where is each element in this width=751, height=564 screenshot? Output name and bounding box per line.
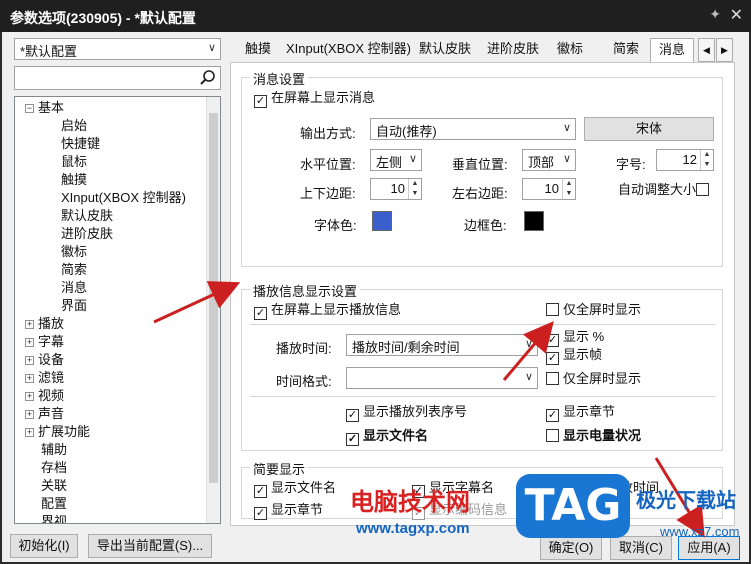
watermark-site-url: www.xz7.com	[660, 524, 740, 539]
red-arrow-icon	[153, 281, 241, 324]
watermark-url: www.tagxp.com	[356, 520, 470, 537]
watermark-site: 极光下载站	[636, 490, 736, 512]
watermark-text: 电脑技术网	[350, 488, 470, 516]
red-arrow-icon	[502, 321, 554, 381]
tag-logo: TAG	[516, 474, 630, 538]
annotation-arrows	[153, 281, 705, 538]
